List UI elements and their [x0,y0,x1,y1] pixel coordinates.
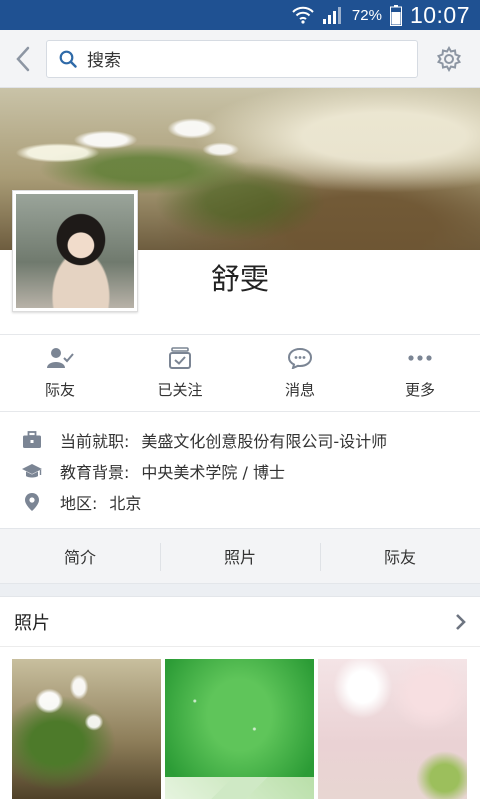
profile-info: 当前就职: 美盛文化创意股份有限公司-设计师 教育背景: 中央美术学院 / 博士… [0,412,480,528]
gear-icon [436,45,462,72]
tab-contacts[interactable]: 际友 [320,529,480,583]
photo-thumbnail[interactable] [12,659,161,799]
followed-box-icon [169,346,191,369]
photo-thumbnails [0,659,480,799]
photos-title: 照片 [14,612,50,634]
photos-header[interactable]: 照片 [0,597,480,647]
wifi-icon [292,5,314,25]
settings-button[interactable] [418,30,480,88]
job-row: 当前就职: 美盛文化创意股份有限公司-设计师 [0,424,480,455]
chat-bubble-icon [287,347,313,369]
message-action[interactable]: 消息 [240,335,360,411]
tab-photos[interactable]: 照片 [160,529,320,583]
status-bar: 72% 10:07 [0,0,480,30]
education-label: 教育背景: [60,462,130,482]
briefcase-icon [20,430,44,449]
clock: 10:07 [409,1,470,28]
region-row: 地区: 北京 [0,486,480,517]
chevron-right-icon [456,613,466,630]
message-label: 消息 [284,380,315,399]
search-placeholder: 搜索 [87,51,121,71]
photo-thumbnail[interactable] [318,659,467,799]
contact-label: 际友 [44,380,75,399]
photo-thumbnail[interactable] [165,659,314,799]
tab-intro[interactable]: 简介 [0,529,160,583]
battery-icon [389,4,402,26]
job-value: 美盛文化创意股份有限公司-设计师 [141,431,388,451]
more-label: 更多 [404,380,435,399]
contact-check-icon [47,347,74,368]
photos-section: 照片 [0,596,480,800]
region-value: 北京 [109,493,142,513]
signal-icon [322,5,344,25]
education-value: 中央美术学院 / 博士 [141,462,285,482]
education-row: 教育背景: 中央美术学院 / 博士 [0,455,480,486]
battery-percent: 72% [351,6,382,24]
graduation-cap-icon [20,462,44,480]
action-bar: 际友 已关注 消息 更多 [0,334,480,412]
followed-label: 已关注 [157,380,203,399]
profile-name: 舒雯 [210,262,269,296]
back-button[interactable] [0,30,46,88]
contact-action[interactable]: 际友 [0,335,120,411]
search-icon [59,50,77,68]
profile-tabs: 简介 照片 际友 [0,528,480,584]
location-pin-icon [20,492,44,512]
back-arrow-icon [16,46,30,71]
job-label: 当前就职: [60,431,130,451]
region-label: 地区: [60,493,98,513]
more-action[interactable]: 更多 [360,335,480,411]
top-bar: 搜索 [0,30,480,88]
followed-action[interactable]: 已关注 [120,335,240,411]
search-input[interactable]: 搜索 [46,39,418,78]
more-dots-icon [408,354,432,361]
